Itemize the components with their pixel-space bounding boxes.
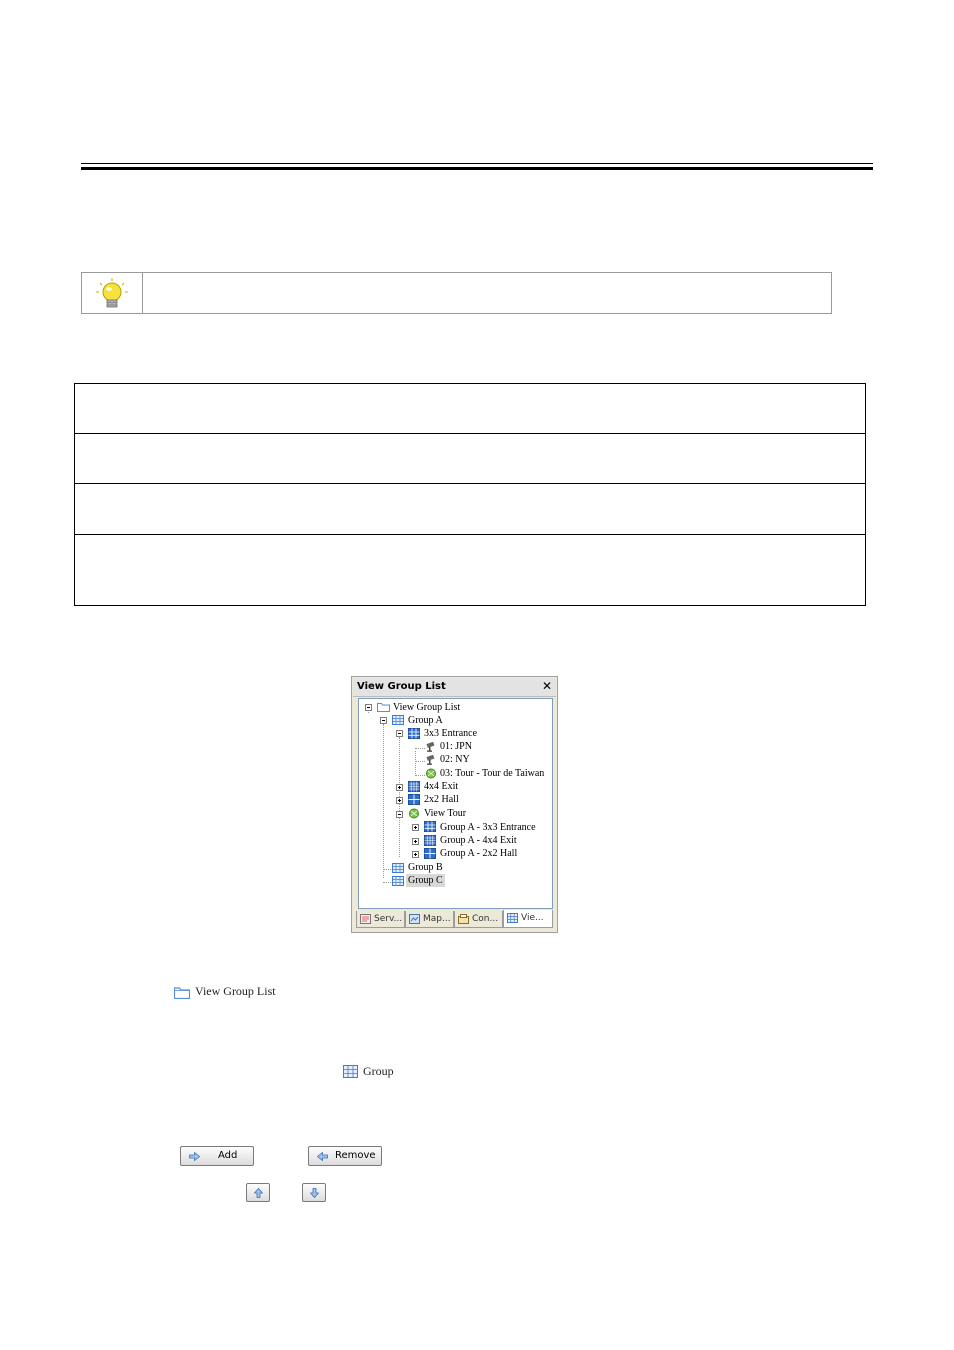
table-row [75,535,865,606]
table-row [75,384,865,434]
header-rule-thin [81,163,873,164]
folder-icon [174,987,190,999]
legend-view-group-list: View Group List [195,984,276,998]
tree-view[interactable]: View Group List Group A 3x3 Entrance 01:… [358,698,553,909]
server-icon [360,914,371,924]
map-icon [409,914,420,924]
console-icon [458,914,469,924]
tab-console[interactable]: Con... [454,911,503,928]
legend-group: Group [363,1064,394,1078]
layout-2x2-icon [408,794,420,805]
arrow-down-icon [310,1188,319,1198]
info-table [74,383,866,606]
window-title-bar: View Group List ✕ [353,678,556,697]
arrow-right-icon [189,1152,200,1161]
group-icon [392,863,404,873]
panel-tabs: Serv... Map... Con... Vie... [356,910,554,929]
camera-icon [426,742,435,752]
tip-box [81,272,832,314]
layout-2x2-icon [424,848,436,859]
tip-icon-cell [82,273,143,313]
tab-server[interactable]: Serv... [356,911,405,928]
add-button[interactable]: Add [180,1146,254,1166]
layout-3x3-icon [408,728,420,739]
lightbulb-icon [96,278,128,308]
remove-button[interactable]: Remove [308,1146,382,1166]
close-icon[interactable]: ✕ [542,679,552,693]
layout-3x3-icon [424,821,436,832]
group-icon [392,715,404,725]
tab-map[interactable]: Map... [405,911,454,928]
folder-icon [377,703,390,712]
move-up-button[interactable] [246,1183,270,1202]
layout-4x4-icon [424,835,436,846]
table-row [75,484,865,535]
arrow-left-icon [317,1152,328,1161]
tour-icon [426,768,436,779]
layout-4x4-icon [408,781,420,792]
view-group-list-window: View Group List ✕ View Group List Group … [351,676,558,933]
view-icon [507,913,518,923]
table-row [75,434,865,484]
tab-view[interactable]: Vie... [503,910,553,928]
camera-icon [426,755,435,765]
arrow-up-icon [254,1188,263,1198]
group-icon [392,876,404,886]
view-tour-icon [409,808,419,819]
move-down-button[interactable] [302,1183,326,1202]
header-rule-thick [81,167,873,170]
group-icon [343,1065,358,1078]
window-title: View Group List [357,681,446,692]
